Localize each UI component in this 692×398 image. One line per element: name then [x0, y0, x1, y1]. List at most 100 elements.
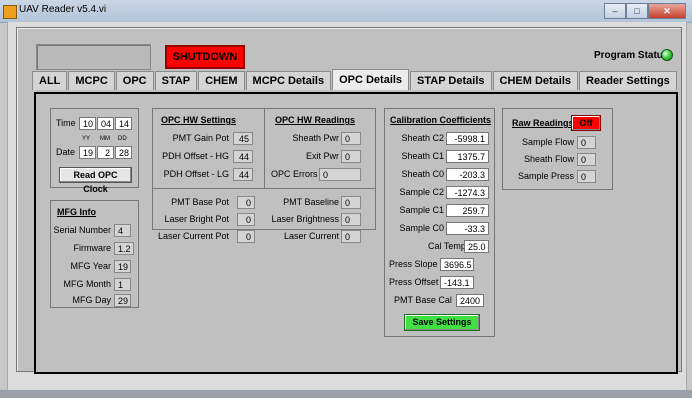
dd-label: DD [118, 136, 127, 142]
pmt-base-cal-label: PMT Base Cal [394, 295, 452, 305]
pmt-base-pot-label: PMT Base Pot [171, 197, 229, 207]
pdh-offset-lg-value: 44 [233, 168, 253, 181]
hw-divider-vertical [264, 109, 265, 188]
date-label: Date [56, 147, 76, 157]
minimize-button[interactable]: – [604, 3, 626, 19]
tab-stap[interactable]: STAP [154, 71, 198, 90]
sheath-c2-field[interactable]: -5998.1 [446, 132, 489, 145]
clock-group: Time 10 04 14 YY MM DD Date 19 2 28 Read… [50, 108, 139, 194]
press-offset-label: Press Offset [389, 277, 439, 287]
sample-c1-label: Sample C1 [399, 205, 444, 215]
tab-chem[interactable]: CHEM [198, 71, 245, 90]
sample-c2-label: Sample C2 [399, 187, 444, 197]
calibration-group: Calibration Coefficients Sheath C2 -5998… [384, 108, 495, 337]
tab-reader-settings[interactable]: Reader Settings [579, 71, 677, 90]
shutdown-button[interactable]: SHUTDOWN [165, 45, 245, 69]
time-second-field[interactable]: 14 [115, 117, 132, 130]
window-title: UAV Reader v5.4.vi [19, 4, 107, 15]
sample-c0-label: Sample C0 [399, 223, 444, 233]
save-settings-button[interactable]: Save Settings [404, 314, 480, 331]
pmt-gain-pot-label: PMT Gain Pot [172, 133, 229, 143]
sample-flow-label: Sample Flow [521, 137, 574, 147]
program-status-label: Program Status [594, 50, 669, 61]
tab-mcpc-details[interactable]: MCPC Details [245, 71, 332, 90]
sheath-c1-label: Sheath C1 [401, 151, 444, 161]
raw-readings-group: Raw Readings Off Sample Flow 0 Sheath Fl… [502, 108, 613, 190]
maximize-button[interactable]: □ [626, 3, 648, 19]
laser-current-label: Laser Current [283, 231, 339, 241]
tab-chem-details[interactable]: CHEM Details [492, 71, 579, 90]
tab-stap-details[interactable]: STAP Details [410, 71, 492, 90]
date-year-field[interactable]: 19 [79, 146, 96, 159]
raw-readings-title: Raw Readings [512, 118, 574, 128]
tab-all[interactable]: ALL [32, 71, 68, 90]
laser-bright-pot-value: 0 [237, 213, 255, 226]
calibration-title: Calibration Coefficients [390, 115, 492, 125]
time-minute-field[interactable]: 04 [97, 117, 114, 130]
laser-brightness-label: Laser Brightness [271, 214, 339, 224]
cal-temp-label: Cal Temp [428, 241, 466, 251]
pmt-baseline-value: 0 [341, 196, 361, 209]
firmware-value: 1.2 [114, 242, 134, 255]
sheath-pwr-value: 0 [341, 132, 361, 145]
cal-temp-field[interactable]: 25.0 [464, 240, 489, 253]
firmware-label: Firmware [73, 243, 112, 253]
sheath-c0-label: Sheath C0 [401, 169, 444, 179]
mfg-year-label: MFG Year [70, 261, 111, 271]
sheath-c0-field[interactable]: -203.3 [446, 168, 489, 181]
press-slope-field[interactable]: 3696.5 [440, 258, 474, 271]
press-slope-label: Press Slope [389, 259, 438, 269]
tab-opc-details[interactable]: OPC Details [332, 69, 410, 90]
close-button[interactable]: ✕ [648, 3, 686, 19]
date-month-field[interactable]: 2 [97, 146, 114, 159]
raw-readings-toggle[interactable]: Off [571, 115, 601, 131]
mfg-info-group: MFG Info Serial Number 4 Firmware 1.2 MF… [50, 200, 139, 308]
tab-opc[interactable]: OPC [115, 71, 154, 90]
laser-current-pot-label: Laser Current Pot [157, 231, 229, 241]
serial-number-label: Serial Number [53, 225, 111, 235]
laser-current-pot-value: 0 [237, 230, 255, 243]
read-opc-clock-button[interactable]: Read OPC Clock [59, 167, 132, 194]
sample-press-value: 0 [577, 170, 596, 183]
pmt-baseline-label: PMT Baseline [283, 197, 339, 207]
mfg-day-label: MFG Day [72, 295, 111, 305]
tab-mcpc[interactable]: MCPC [68, 71, 115, 90]
mfg-month-value: 1 [114, 278, 131, 291]
date-day-field[interactable]: 28 [115, 146, 132, 159]
sheath-flow-value: 0 [577, 153, 596, 166]
opc-errors-value: 0 [319, 168, 361, 181]
sheath-c2-label: Sheath C2 [401, 133, 444, 143]
mfg-year-value: 19 [114, 260, 131, 273]
pdh-offset-lg-label: PDH Offset - LG [163, 169, 229, 179]
tab-bar: ALL MCPC OPC STAP CHEM MCPC Details OPC … [32, 69, 678, 91]
laser-current-value: 0 [341, 230, 361, 243]
exit-pwr-label: Exit Pwr [305, 151, 339, 161]
opc-hw-settings-title: OPC HW Settings [161, 115, 237, 125]
opc-hw-readings-title: OPC HW Readings [275, 115, 356, 125]
opc-errors-label: OPC Errors [271, 169, 318, 179]
press-offset-field[interactable]: -143.1 [440, 276, 474, 289]
sample-c0-field[interactable]: -33.3 [446, 222, 489, 235]
program-status-led [661, 49, 673, 61]
pmt-base-cal-field[interactable]: 2400 [456, 294, 484, 307]
taskbar [0, 390, 692, 398]
laser-bright-pot-label: Laser Bright Pot [164, 214, 229, 224]
exit-pwr-value: 0 [341, 150, 361, 163]
sample-press-label: Sample Press [517, 171, 574, 181]
time-hour-field[interactable]: 10 [79, 117, 96, 130]
pmt-gain-pot-value: 45 [233, 132, 253, 145]
yy-label: YY [82, 136, 91, 142]
pmt-base-pot-value: 0 [237, 196, 255, 209]
sample-c1-field[interactable]: 259.7 [446, 204, 489, 217]
mfg-info-title: MFG Info [57, 207, 96, 217]
mfg-day-value: 29 [114, 294, 131, 307]
tab-content: Time 10 04 14 YY MM DD Date 19 2 28 Read… [34, 92, 678, 374]
hw-divider-horizontal [153, 188, 375, 189]
sample-c2-field[interactable]: -1274.3 [446, 186, 489, 199]
mm-label: MM [100, 136, 110, 142]
sheath-c1-field[interactable]: 1375.7 [446, 150, 489, 163]
laser-brightness-value: 0 [341, 213, 361, 226]
sample-flow-value: 0 [577, 136, 596, 149]
mfg-month-label: MFG Month [63, 279, 111, 289]
time-label: Time [56, 118, 76, 128]
